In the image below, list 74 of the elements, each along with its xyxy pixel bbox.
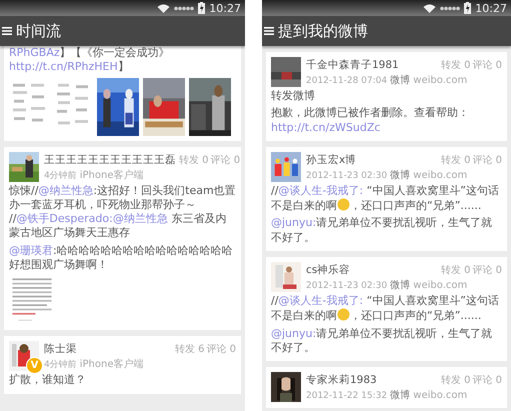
menu-icon[interactable]	[2, 26, 12, 36]
post-text: RPhGBAz】【《你一定会成功》 http://t.cn/RPhzHEH】	[9, 46, 171, 75]
link[interactable]: RPhzHEH	[67, 60, 118, 74]
post-source: 微博 weibo.com	[390, 278, 468, 292]
verified-badge: V	[26, 357, 43, 374]
post-time: 4分钟前	[44, 358, 77, 372]
menu-icon[interactable]	[264, 26, 274, 36]
post-text: @珊瑛君:哈哈哈哈哈哈哈哈哈哈哈哈哈哈哈哈好想围观广场舞啊！	[9, 244, 234, 272]
repost-count[interactable]: 转发 0	[179, 152, 209, 167]
link[interactable]: http://t.cn/	[9, 60, 68, 74]
author-name[interactable]: 孙玉宏x博	[306, 152, 356, 167]
repost-count[interactable]: 转发 0	[440, 373, 470, 388]
post-text: //@谈人生-我戒了: “中国人喜欢窝里斗”这句话不是白来的啊 ，还口口声声的“兄弟”......	[271, 184, 500, 214]
author-name[interactable]: 千金中森青子1981	[306, 58, 399, 72]
repost-count[interactable]: 转发 0	[440, 263, 470, 278]
status-time: 10:27	[475, 2, 507, 14]
post-text: @junyu:请兄弟单位不要扰乱视听，生气了就不好了。	[271, 216, 494, 246]
link[interactable]: @谈人生-我戒了:	[278, 184, 364, 197]
author-name[interactable]: 陈士渠	[44, 342, 77, 356]
comment-count[interactable]: 评论 0	[472, 263, 502, 278]
screen-title: 时间流	[16, 22, 61, 40]
comment-count[interactable]: 评论 0	[472, 58, 502, 72]
post-time: 2012-11-22 15:32	[306, 391, 388, 402]
post-text: 惊悚//@纳兰性急:这招好！回头我们team也置办一套蓝牙耳机，吓死物业那帮孙子～ //@铁手Desperado:@纳兰性急 东三省及内蒙古地区广场舞天王惠存	[9, 184, 236, 241]
post-text: //@谈人生-我戒了: “中国人喜欢窝里斗”这句话不是白来的啊 ，还口口声声的“兄弟”......	[271, 294, 500, 324]
post-source: 微博 weibo.com	[390, 74, 468, 87]
post-time: 2012-11-23 02:30	[306, 170, 388, 181]
link[interactable]: @谈人生-我戒了:	[278, 294, 364, 308]
post-source: 微博 weibo.com	[390, 168, 468, 182]
post-text: 扩散，谁知道？	[9, 373, 87, 388]
post-time: 4分钟前	[44, 170, 77, 182]
repost-count[interactable]: 转发 0	[440, 58, 470, 72]
signal-icon	[174, 6, 194, 10]
post-time: 2012-11-23 02:30	[306, 281, 388, 292]
comment-count[interactable]: 评论 0	[472, 152, 502, 167]
battery-icon	[198, 2, 206, 14]
post-card[interactable]: 孙玉宏x博 转发 0 评论 0 2012-11-23 02:30 微博 weibo.com //@谈人生-我戒了: “中国人喜欢窝里斗”这句话不是白来的啊 ，还口口声声的“兄弟”...... @junyu:请兄弟单位不要扰乱视听，生气了就不好了。	[266, 146, 507, 252]
repost-count[interactable]: 转发 0	[440, 152, 470, 167]
status-time: 10:27	[209, 2, 241, 14]
link[interactable]: @纳兰性急	[112, 212, 168, 226]
link[interactable]: @铁手Desperado:	[16, 212, 113, 226]
link[interactable]: http://t.cn/zWSudZc	[271, 120, 380, 134]
post-text: 转发微博	[271, 89, 316, 104]
emoji-icon	[337, 308, 350, 322]
post-source: iPhone客户端	[80, 168, 144, 182]
wifi-icon	[157, 4, 170, 12]
author-name[interactable]: 王王王王王王王王王王王磊	[44, 152, 176, 167]
signal-icon	[440, 6, 460, 10]
wifi-icon	[423, 4, 436, 12]
author-name[interactable]: 专家米莉1983	[306, 373, 377, 388]
post-source: iPhone客户端	[80, 358, 144, 372]
comment-count[interactable]: 评论 0	[210, 152, 240, 167]
link[interactable]: @纳兰性急	[38, 184, 94, 197]
post-source: 微博 weibo.com	[390, 388, 468, 402]
post-text: @junyu:请兄弟单位不要扰乱视听，生气了就不好了。	[271, 326, 494, 356]
link[interactable]: @珊瑛君	[9, 244, 53, 257]
post-card[interactable]: RPhGBAz】【《你一定会成功》 http://t.cn/RPhzHEH】	[4, 46, 241, 141]
battery-icon	[464, 2, 472, 14]
post-card[interactable]: cs神乐容 转发 0 评论 0 2012-11-23 02:30 微博 weibo.com //@谈人生-我戒了: “中国人喜欢窝里斗”这句话不是白来的啊 ，还口口声声的“兄弟”...... @junyu:请兄弟单位不要扰乱视听，生气了就不好了。	[266, 257, 507, 362]
emoji-icon	[337, 198, 350, 212]
repost-count[interactable]: 转发 6	[174, 342, 204, 356]
post-card[interactable]: 专家米莉1983 转发 0 评论 0 2012-11-22 15:32 微博 weibo.com	[266, 367, 507, 408]
screen-title: 提到我的微博	[278, 22, 368, 40]
post-text: 抱歉，此微博已被作者删除。查看帮助： http://t.cn/zWSudZc	[271, 106, 470, 135]
link[interactable]: RPhGBAz	[9, 46, 60, 59]
comment-count[interactable]: 评论 0	[472, 373, 502, 388]
post-card[interactable]: V 陈士渠 转发 6 评论 0 4分钟前 iPhone客户端 扩散，谁知道？	[4, 336, 241, 394]
post-card[interactable]: 王王王王王王王王王王王磊 转发 0 评论 0 4分钟前 iPhone客户端 惊悚//@纳兰性急:这招好！回头我们team也置办一套蓝牙耳机，吓死物业那帮孙子～ //@铁手Desperado:@纳兰性急 东三省及内蒙古地区广场舞天王惠存 @珊瑛君:哈哈哈哈哈哈哈哈哈哈哈哈哈哈哈哈好想围观广场舞啊！	[4, 146, 241, 330]
post-card[interactable]: 千金中森青子1981 转发 0 评论 0 2012-11-28 07:04 微博 weibo.com 转发微博 抱歉，此微博已被作者删除。查看帮助： http://t.cn/zWSudZc	[266, 52, 507, 141]
author-name[interactable]: cs神乐容	[306, 263, 350, 278]
link[interactable]: @junyu:	[271, 216, 316, 230]
link[interactable]: @junyu:	[271, 326, 316, 340]
post-time: 2012-11-28 07:04	[306, 76, 388, 86]
comment-count[interactable]: 评论 0	[206, 342, 236, 356]
